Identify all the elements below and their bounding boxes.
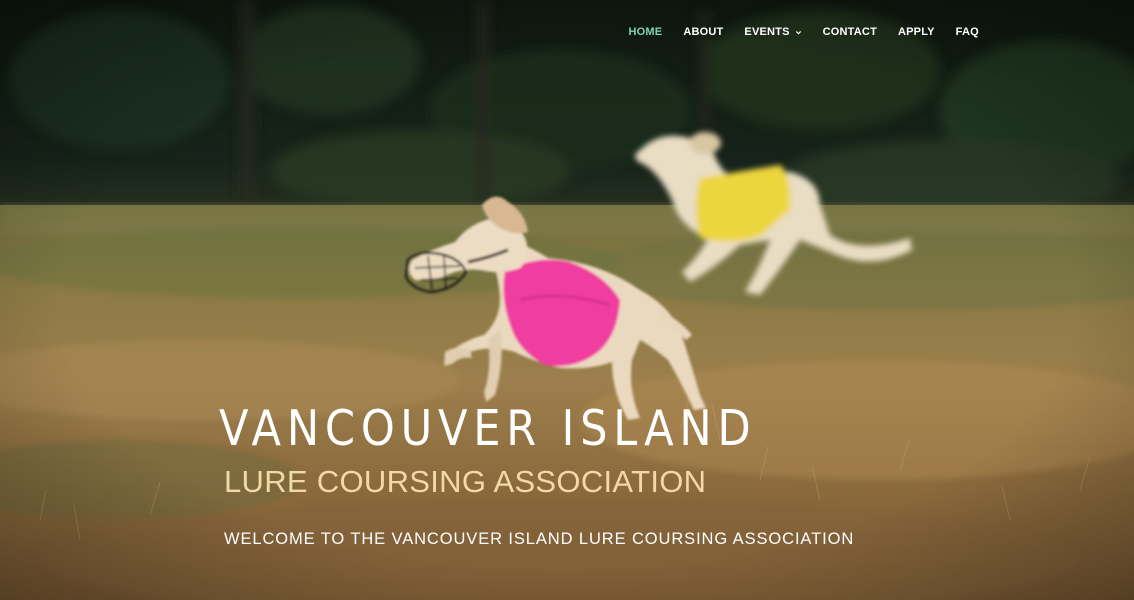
hero-background-photo [0, 0, 1134, 600]
nav-item-home[interactable]: HOME [618, 24, 673, 40]
nav-item-faq[interactable]: FAQ [945, 24, 989, 40]
hero-section: HOME ABOUT EVENTS CONTACT APPLY FAQ VANC… [0, 0, 1134, 600]
nav-item-about-label: ABOUT [683, 26, 724, 38]
nav-item-home-label: HOME [628, 26, 663, 38]
nav-item-faq-label: FAQ [955, 26, 979, 38]
nav-item-contact[interactable]: CONTACT [812, 24, 887, 40]
nav-item-about[interactable]: ABOUT [673, 24, 734, 40]
nav-item-events[interactable]: EVENTS [734, 24, 812, 40]
nav-item-contact-label: CONTACT [822, 26, 877, 38]
welcome-text: WELCOME TO THE VANCOUVER ISLAND LURE COU… [224, 530, 855, 548]
site-title: VANCOUVER ISLAND [219, 400, 757, 457]
chevron-down-icon [795, 30, 801, 34]
site-subtitle: LURE COURSING ASSOCIATION [224, 464, 707, 499]
main-nav: HOME ABOUT EVENTS CONTACT APPLY FAQ [618, 24, 989, 40]
nav-item-events-label: EVENTS [744, 26, 790, 38]
nav-item-apply[interactable]: APPLY [888, 24, 946, 40]
nav-item-apply-label: APPLY [898, 26, 935, 38]
